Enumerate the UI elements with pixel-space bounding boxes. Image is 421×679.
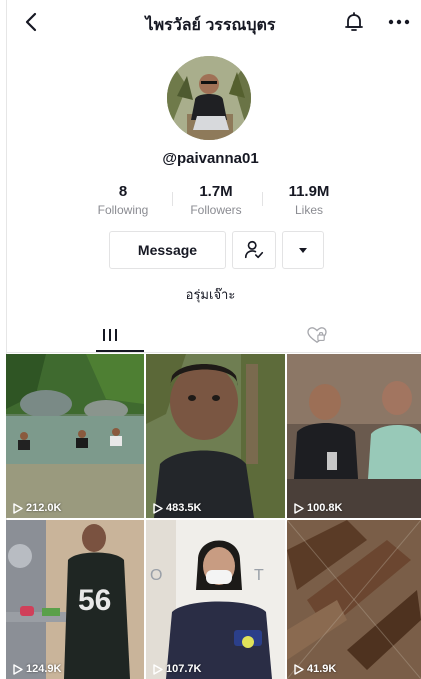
view-count: 483.5K — [153, 502, 201, 514]
more-options-button[interactable] — [386, 10, 412, 34]
view-count-text: 483.5K — [166, 502, 202, 514]
stat-followers-label: Followers — [190, 203, 242, 217]
view-count-text: 41.9K — [307, 663, 337, 675]
tabs-divider — [6, 352, 421, 353]
tab-videos[interactable] — [6, 318, 213, 352]
view-count: 212.0K — [13, 502, 61, 514]
view-count: 100.8K — [294, 502, 342, 514]
heart-lock-icon — [307, 327, 327, 344]
stat-likes-label: Likes — [294, 203, 323, 217]
view-count: 107.7K — [153, 663, 201, 675]
avatar-image — [167, 56, 251, 140]
bell-icon — [345, 12, 363, 31]
video-tile[interactable]: O T 107.7K — [146, 520, 285, 679]
avatar[interactable] — [167, 56, 251, 140]
view-count: 124.9K — [13, 663, 61, 675]
svg-text:O: O — [150, 567, 162, 584]
user-check-icon — [244, 240, 264, 259]
stat-divider — [262, 192, 263, 206]
grid-lines-icon — [102, 329, 117, 341]
stat-likes-value: 11.9M — [288, 183, 330, 200]
stat-following[interactable]: 8 Following — [78, 183, 168, 217]
message-button[interactable]: Message — [109, 231, 226, 269]
username: @paivanna01 — [162, 150, 259, 167]
video-tile[interactable]: 212.0K — [6, 354, 144, 518]
notifications-button[interactable] — [342, 10, 366, 34]
play-icon — [153, 663, 163, 675]
video-thumbnail — [287, 520, 421, 679]
tab-liked[interactable] — [213, 318, 421, 352]
active-tab-indicator — [96, 350, 144, 352]
svg-text:T: T — [254, 567, 264, 584]
more-horizontal-icon — [388, 19, 410, 25]
stat-followers-value: 1.7M — [199, 183, 233, 200]
stat-following-label: Following — [97, 203, 149, 217]
stat-followers[interactable]: 1.7M Followers — [171, 183, 261, 217]
play-icon — [294, 663, 304, 675]
play-icon — [13, 502, 23, 514]
stat-likes[interactable]: 11.9M Likes — [264, 183, 354, 217]
video-tile[interactable]: 483.5K — [146, 354, 285, 518]
view-count-text: 124.9K — [26, 663, 62, 675]
play-icon — [294, 502, 304, 514]
video-tile[interactable]: 41.9K — [287, 520, 421, 679]
following-status-button[interactable] — [232, 231, 276, 269]
suggested-accounts-button[interactable] — [282, 231, 324, 269]
video-thumbnail: 56 — [6, 520, 144, 679]
view-count-text: 107.7K — [166, 663, 202, 675]
view-count-text: 100.8K — [307, 502, 343, 514]
top-bar: ไพรวัลย์ วรรณบุตร — [0, 0, 421, 46]
view-count: 41.9K — [294, 663, 336, 675]
video-tile[interactable]: 100.8K — [287, 354, 421, 518]
video-thumbnail — [146, 354, 285, 518]
svg-text:56: 56 — [78, 584, 111, 617]
video-thumbnail: O T — [146, 520, 285, 679]
view-count-text: 212.0K — [26, 502, 62, 514]
play-icon — [13, 663, 23, 675]
play-icon — [153, 502, 163, 514]
bio-text: อรุ่มเจ๊าะ — [185, 287, 236, 302]
video-thumbnail — [6, 354, 144, 518]
caret-down-icon — [299, 248, 307, 253]
stat-following-value: 8 — [118, 183, 128, 200]
video-thumbnail — [287, 354, 421, 518]
video-tile[interactable]: 56 124.9K — [6, 520, 144, 679]
